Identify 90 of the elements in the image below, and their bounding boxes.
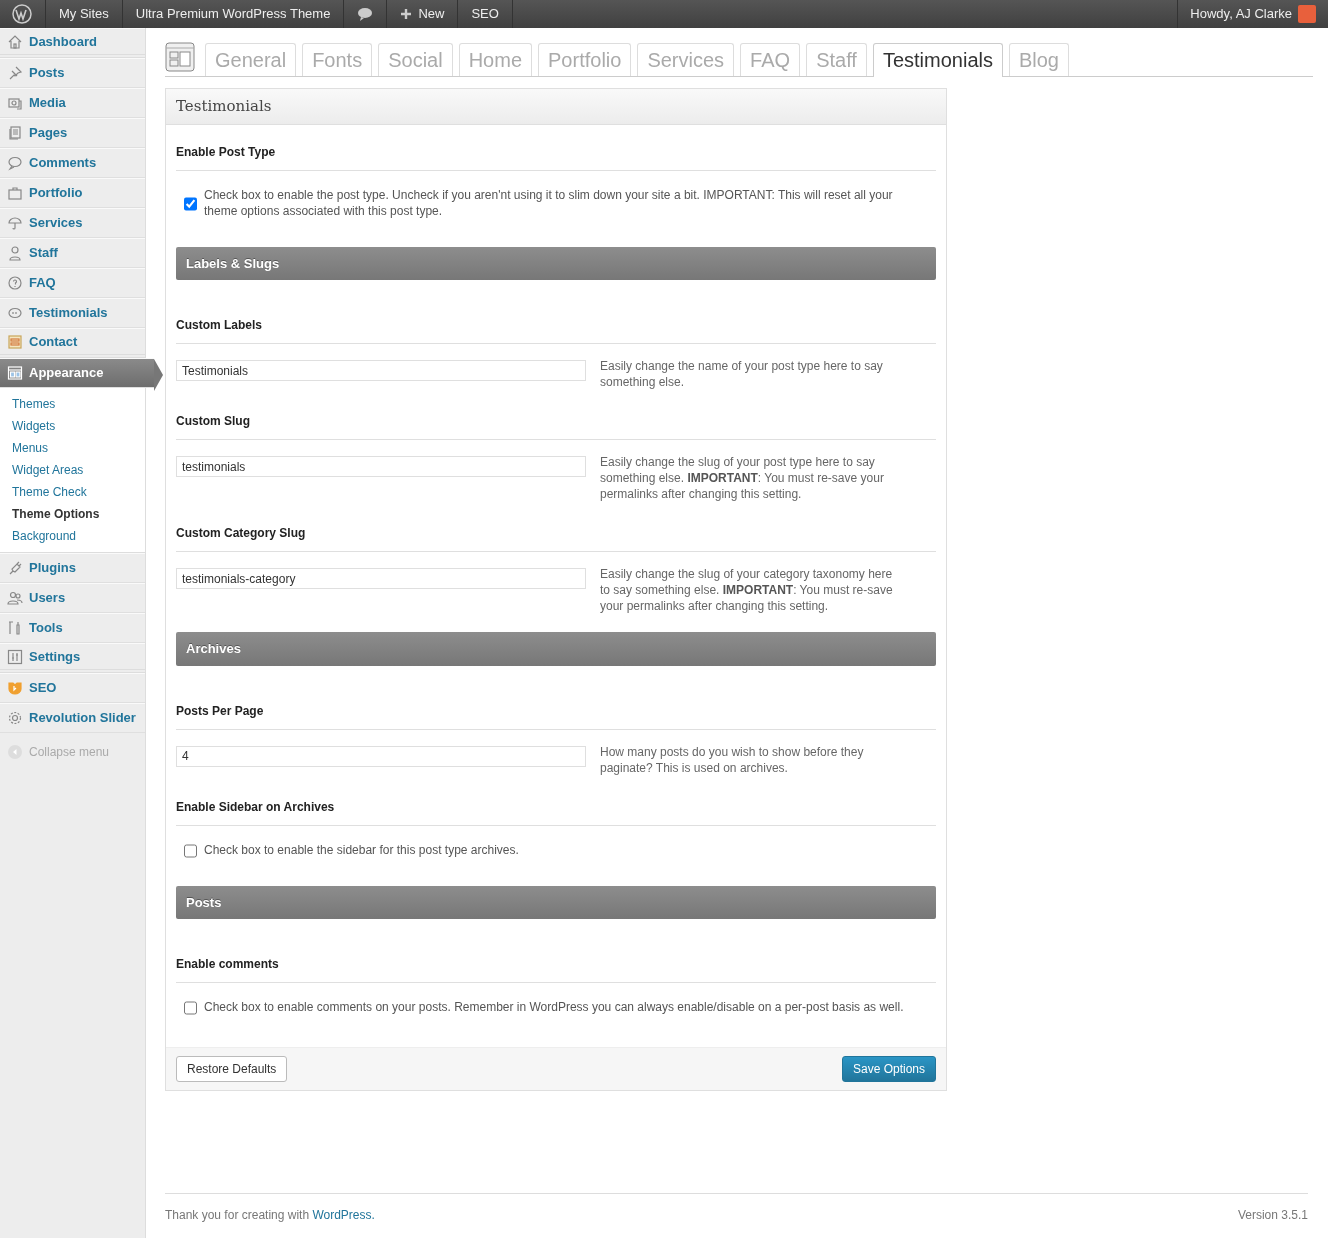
quote-bubble-icon	[7, 305, 23, 321]
sidebar-item[interactable]: Tools	[0, 613, 145, 643]
sidebar-item[interactable]: Posts	[0, 58, 145, 88]
admin-bar-link[interactable]: Ultra Premium WordPress Theme	[122, 0, 345, 28]
tab[interactable]: Fonts	[302, 43, 373, 76]
help-text: Easily change the slug of your category taxonomy here to say something else. IMPORTANT: You must re-save your permalinks after changing this setting.	[600, 566, 894, 614]
checkbox-label: Check box to enable the post type. Uncheck if you aren'nt using it to slim down your site a bit. IMPORTANT: This will reset all your theme options associated with this post type.	[204, 186, 894, 219]
checkbox[interactable]	[184, 1001, 197, 1015]
person-icon	[7, 245, 23, 261]
layout-icon	[7, 365, 23, 381]
tab[interactable]: Home	[458, 43, 533, 76]
sidebar-item[interactable]: FAQ	[0, 268, 145, 298]
field-label: Posts Per Page	[176, 691, 936, 730]
field-label: Enable Post Type	[176, 132, 936, 171]
submenu-item[interactable]: Themes	[0, 393, 145, 415]
submenu-item[interactable]: Widget Areas	[0, 459, 145, 481]
tab[interactable]: Staff	[806, 43, 867, 76]
seo-shield-icon	[7, 680, 23, 696]
sidebar-item[interactable]: Comments	[0, 148, 145, 178]
house-icon	[7, 33, 23, 50]
field-label: Custom Category Slug	[176, 514, 936, 552]
submenu-item[interactable]: Background	[0, 525, 145, 547]
sidebar-item[interactable]: Pages	[0, 118, 145, 148]
plug-icon	[7, 560, 23, 576]
text-field[interactable]: Testimonials	[176, 360, 586, 381]
sidebar-item[interactable]: Plugins	[0, 553, 145, 583]
plus-icon	[400, 8, 413, 20]
tab[interactable]: Services	[637, 43, 735, 76]
camera-icon	[7, 95, 23, 111]
text-field[interactable]: testimonials-category	[176, 568, 586, 589]
users-icon	[7, 590, 23, 606]
sidebar-item[interactable]: Portfolio	[0, 178, 145, 208]
submenu-item[interactable]: Menus	[0, 437, 145, 459]
sidebar-item[interactable]: Staff	[0, 238, 145, 268]
panel-title: Testimonials	[166, 89, 946, 125]
admin-bar-link[interactable]: SEO	[458, 0, 513, 28]
gear-icon	[7, 710, 23, 726]
section-header: Posts	[176, 885, 936, 919]
submenu-item[interactable]: Widgets	[0, 415, 145, 437]
pages-icon	[7, 125, 23, 141]
field-label: Custom Slug	[176, 402, 936, 440]
text-field[interactable]: 4	[176, 745, 586, 767]
theme-options-icon	[165, 42, 195, 72]
tab[interactable]: General	[205, 43, 297, 76]
sidebar-item[interactable]: Revolution Slider	[0, 703, 145, 733]
checkbox-label: Check box to enable comments on your posts. Remember in WordPress you can always enable/disable on a per-post basis as well.	[204, 999, 904, 1015]
user-greeting[interactable]: Howdy, AJ Clarke	[1177, 0, 1328, 28]
speech-bubble-icon[interactable]	[357, 7, 374, 21]
help-text: Easily change the slug of your post type here to say something else. IMPORTANT: You must re-save your permalinks after changing this setting.	[600, 454, 885, 502]
tools-icon	[7, 620, 23, 636]
version-text: Version 3.5.1	[1237, 1207, 1308, 1224]
sliders-icon	[7, 648, 23, 665]
help-text: How many posts do you wish to show before they paginate? This is used on archives.	[600, 743, 865, 776]
text-field[interactable]: testimonials	[176, 456, 586, 477]
form-icon	[7, 333, 23, 350]
tab[interactable]: Social	[378, 43, 453, 76]
tab[interactable]: FAQ	[740, 43, 801, 76]
speech-bubble-icon	[7, 155, 23, 171]
submenu-item[interactable]: Theme Options	[0, 503, 145, 525]
wordpress-logo-icon[interactable]	[12, 4, 32, 24]
checkbox-label: Check box to enable the sidebar for this post type archives.	[204, 841, 519, 858]
section-header: Labels & Slugs	[176, 246, 936, 280]
admin-bar-link[interactable]: My Sites	[46, 0, 123, 28]
tab[interactable]: Testimonials	[872, 43, 1003, 77]
sidebar-item[interactable]: SEO	[0, 673, 145, 703]
new-menu[interactable]: New	[387, 0, 459, 28]
help-text: Easily change the name of your post type here to say something else.	[600, 358, 884, 390]
tab[interactable]: Blog	[1008, 43, 1069, 76]
sidebar-item[interactable]: Testimonials	[0, 298, 145, 328]
briefcase-icon	[7, 185, 23, 201]
sidebar-item[interactable]: Settings	[0, 643, 145, 673]
sidebar-item[interactable]: Dashboard	[0, 28, 145, 58]
field-label: Custom Labels	[176, 306, 936, 344]
restore-defaults-button[interactable]: Restore Defaults	[176, 1056, 288, 1082]
footer-text: Thank you for creating with WordPress.	[165, 1207, 375, 1224]
question-icon	[7, 275, 23, 291]
save-options-button[interactable]: Save Options	[841, 1056, 936, 1082]
wordpress-link[interactable]: WordPress.	[312, 1208, 375, 1222]
field-label: Enable Sidebar on Archives	[176, 787, 936, 826]
checkbox[interactable]	[184, 843, 197, 858]
tab[interactable]: Portfolio	[538, 43, 632, 76]
sidebar-item[interactable]: Users	[0, 583, 145, 613]
field-label: Enable comments	[176, 945, 936, 983]
section-header: Archives	[176, 632, 936, 666]
avatar	[1298, 5, 1316, 23]
sidebar-item[interactable]: Media	[0, 88, 145, 118]
sidebar-item[interactable]: Services	[0, 208, 145, 238]
pushpin-icon	[7, 65, 23, 81]
submenu-item[interactable]: Theme Check	[0, 481, 145, 503]
umbrella-icon	[7, 215, 23, 231]
